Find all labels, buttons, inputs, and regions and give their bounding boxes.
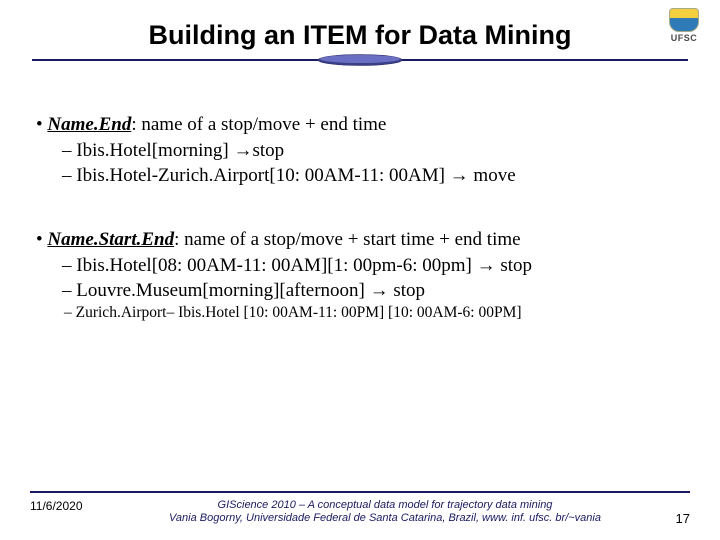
slide-body: Name.End: name of a stop/move + end time… bbox=[30, 113, 690, 323]
footer-rule bbox=[30, 491, 690, 493]
sub-item: Ibis.Hotel[08: 00AM-11: 00AM][1: 00pm-6:… bbox=[78, 254, 690, 278]
sub-item: Ibis.Hotel-Zurich.Airport[10: 00AM-11: 0… bbox=[78, 164, 690, 188]
shield-icon bbox=[669, 8, 699, 32]
sub-item-small: Zurich.Airport– Ibis.Hotel [10: 00AM-11:… bbox=[78, 303, 690, 323]
credit-line1: GIScience 2010 – A conceptual data model… bbox=[218, 499, 553, 511]
desc-name-end: : name of a stop/move + end time bbox=[131, 114, 386, 135]
credit-line2: Vania Bogorny, Universidade Federal de S… bbox=[169, 512, 601, 524]
desc-name-start-end: : name of a stop/move + start time + end… bbox=[174, 229, 520, 250]
slide-footer: 11/6/2020 GIScience 2010 – A conceptual … bbox=[30, 491, 690, 527]
sub-item: Ibis.Hotel[morning] →stop bbox=[78, 139, 690, 163]
term-name-end: Name.End bbox=[47, 114, 131, 135]
bullet-name-end: Name.End: name of a stop/move + end time bbox=[50, 113, 690, 137]
term-name-start-end: Name.Start.End bbox=[47, 229, 174, 250]
slide-title: Building an ITEM for Data Mining bbox=[30, 20, 690, 51]
bullet-name-start-end: Name.Start.End: name of a stop/move + st… bbox=[50, 228, 690, 252]
footer-date: 11/6/2020 bbox=[30, 499, 110, 513]
footer-credit: GIScience 2010 – A conceptual data model… bbox=[110, 499, 660, 527]
ufsc-logo: UFSC bbox=[662, 8, 706, 43]
logo-text: UFSC bbox=[662, 33, 706, 43]
footer-page-number: 17 bbox=[660, 511, 690, 526]
title-accent-icon bbox=[315, 53, 405, 67]
sub-item: Louvre.Museum[morning][afternoon] → stop bbox=[78, 279, 690, 303]
